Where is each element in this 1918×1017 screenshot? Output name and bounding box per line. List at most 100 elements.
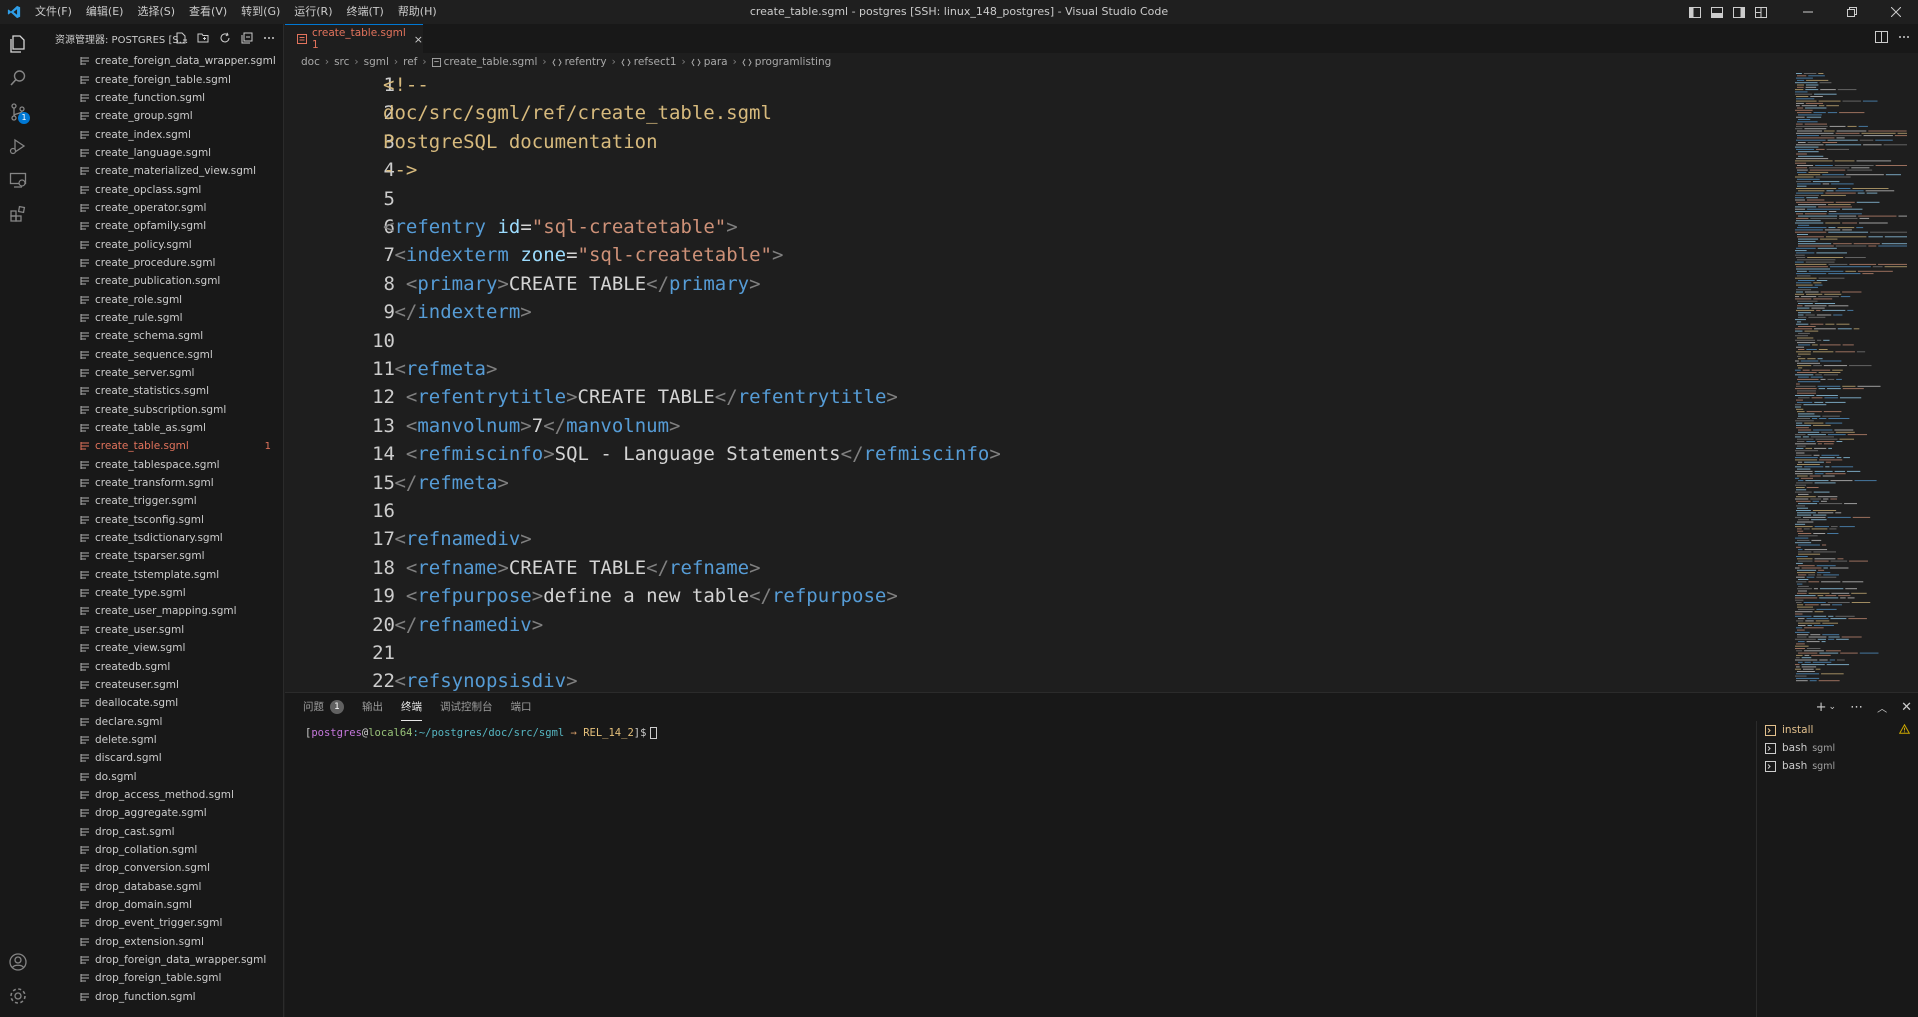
minimap[interactable] [1793, 71, 1913, 691]
breadcrumb-src[interactable]: src [334, 56, 349, 68]
file-item[interactable]: create_tsconfig.sgml [36, 511, 283, 529]
breadcrumb-refentry[interactable]: refentry [565, 56, 607, 68]
close-window-icon[interactable] [1874, 0, 1918, 24]
file-item[interactable]: deallocate.sgml [36, 694, 283, 712]
breadcrumb-refsect1[interactable]: refsect1 [634, 56, 677, 68]
breadcrumb-doc[interactable]: doc [301, 56, 320, 68]
file-item[interactable]: create_opclass.sgml [36, 180, 283, 198]
collapse-all-icon[interactable] [237, 28, 257, 48]
file-item[interactable]: drop_function.sgml [36, 988, 283, 1006]
explorer-icon[interactable] [0, 26, 36, 62]
file-item[interactable]: create_foreign_data_wrapper.sgml [36, 52, 283, 70]
code-line[interactable]: <refentry id="sql-createtable"> [383, 213, 738, 241]
menu-view[interactable]: 查看(V) [182, 0, 234, 24]
code-editor[interactable]: 1 <!-- 2 doc/src/sgml/ref/create_table.sgm… [285, 71, 1793, 691]
new-file-icon[interactable] [171, 28, 191, 48]
file-item[interactable]: create_language.sgml [36, 144, 283, 162]
file-item[interactable]: drop_access_method.sgml [36, 786, 283, 804]
code-line[interactable]: <refnamediv> [383, 525, 531, 553]
file-item[interactable]: create_materialized_view.sgml [36, 162, 283, 180]
file-item[interactable]: delete.sgml [36, 731, 283, 749]
file-item[interactable]: drop_event_trigger.sgml [36, 914, 283, 932]
file-item[interactable]: create_type.sgml [36, 584, 283, 602]
more-panel-actions-icon[interactable]: ⋯ [1850, 700, 1863, 715]
tab-terminal[interactable]: 终端 [401, 693, 422, 721]
file-item[interactable]: create_tsdictionary.sgml [36, 529, 283, 547]
file-item[interactable]: createuser.sgml [36, 676, 283, 694]
code-line[interactable]: <indexterm zone="sql-createtable"> [383, 241, 783, 269]
terminal-item-bash-2[interactable]: bash sgml [1757, 757, 1918, 775]
code-line[interactable]: <refmiscinfo>SQL - Language Statements</… [383, 440, 1001, 468]
close-tab-icon[interactable]: × [414, 33, 423, 46]
code-line[interactable]: <primary>CREATE TABLE</primary> [383, 270, 761, 298]
file-item[interactable]: create_function.sgml [36, 89, 283, 107]
chevron-down-icon[interactable]: ⌄ [1829, 702, 1837, 712]
remote-explorer-icon[interactable] [0, 162, 36, 198]
more-actions-icon[interactable] [259, 28, 279, 48]
file-item[interactable]: create_role.sgml [36, 290, 283, 308]
new-terminal-icon[interactable]: + [1816, 700, 1827, 715]
file-item[interactable]: create_schema.sgml [36, 327, 283, 345]
code-line[interactable]: </refmeta> [383, 469, 508, 497]
code-line[interactable]: <refname>CREATE TABLE</refname> [383, 554, 761, 582]
breadcrumb-para[interactable]: para [704, 56, 728, 68]
code-line[interactable]: doc/src/sgml/ref/create_table.sgml [383, 99, 772, 127]
file-item[interactable]: create_user_mapping.sgml [36, 602, 283, 620]
code-line[interactable]: PostgreSQL documentation [383, 128, 658, 156]
file-item[interactable]: create_transform.sgml [36, 474, 283, 492]
code-line[interactable]: <manvolnum>7</manvolnum> [383, 412, 681, 440]
file-item[interactable]: createdb.sgml [36, 657, 283, 675]
code-line[interactable]: <refentrytitle>CREATE TABLE</refentrytit… [383, 383, 898, 411]
file-item[interactable]: create_table.sgml 1 [36, 437, 283, 455]
file-item[interactable]: create_tstemplate.sgml [36, 566, 283, 584]
refresh-icon[interactable] [215, 28, 235, 48]
toggle-secondary-sidebar-icon[interactable] [1728, 0, 1750, 24]
source-control-icon[interactable]: 1 [0, 94, 36, 130]
file-item[interactable]: create_statistics.sgml [36, 382, 283, 400]
file-item[interactable]: drop_foreign_table.sgml [36, 969, 283, 987]
toggle-primary-sidebar-icon[interactable] [1684, 0, 1706, 24]
file-item[interactable]: drop_aggregate.sgml [36, 804, 283, 822]
tab-debug-console[interactable]: 调试控制台 [440, 693, 493, 721]
file-item[interactable]: create_subscription.sgml [36, 401, 283, 419]
toggle-panel-icon[interactable] [1706, 0, 1728, 24]
code-line[interactable]: --> [383, 156, 417, 184]
breadcrumb-sgml[interactable]: sgml [364, 56, 389, 68]
customize-layout-icon[interactable] [1750, 0, 1772, 24]
file-item[interactable]: drop_database.sgml [36, 877, 283, 895]
minimize-window-icon[interactable] [1786, 0, 1830, 24]
file-item[interactable]: create_operator.sgml [36, 199, 283, 217]
search-icon[interactable] [0, 60, 36, 96]
file-item[interactable]: discard.sgml [36, 749, 283, 767]
tab-problems[interactable]: 问题 1 [303, 693, 344, 721]
menu-run[interactable]: 运行(R) [287, 0, 339, 24]
file-item[interactable]: drop_collation.sgml [36, 841, 283, 859]
file-item[interactable]: create_server.sgml [36, 364, 283, 382]
terminal-item-install[interactable]: install [1757, 721, 1918, 739]
file-item[interactable]: create_publication.sgml [36, 272, 283, 290]
maximize-panel-icon[interactable]: ︿ [1877, 700, 1887, 715]
code-line[interactable]: </refnamediv> [383, 611, 543, 639]
close-panel-icon[interactable]: ✕ [1901, 700, 1912, 715]
settings-gear-icon[interactable] [0, 978, 36, 1014]
file-item[interactable]: create_tablespace.sgml [36, 456, 283, 474]
file-item[interactable]: create_sequence.sgml [36, 346, 283, 364]
restore-window-icon[interactable] [1830, 0, 1874, 24]
terminal-item-bash-1[interactable]: bash sgml [1757, 739, 1918, 757]
file-item[interactable]: create_group.sgml [36, 107, 283, 125]
file-item[interactable]: create_tsparser.sgml [36, 547, 283, 565]
file-item[interactable]: drop_foreign_data_wrapper.sgml [36, 951, 283, 969]
file-item[interactable]: create_opfamily.sgml [36, 217, 283, 235]
code-line[interactable]: <refmeta> [383, 355, 497, 383]
menu-edit[interactable]: 编辑(E) [79, 0, 131, 24]
code-line[interactable]: <refsynopsisdiv> [383, 667, 577, 691]
file-item[interactable]: drop_conversion.sgml [36, 859, 283, 877]
file-item[interactable]: create_view.sgml [36, 639, 283, 657]
menu-go[interactable]: 转到(G) [234, 0, 287, 24]
code-line[interactable]: <refpurpose>define a new table</refpurpo… [383, 582, 898, 610]
code-line[interactable]: <!-- [383, 71, 429, 99]
menu-file[interactable]: 文件(F) [28, 0, 79, 24]
more-editor-actions-icon[interactable] [1898, 31, 1910, 46]
menu-help[interactable]: 帮助(H) [391, 0, 444, 24]
new-folder-icon[interactable] [193, 28, 213, 48]
